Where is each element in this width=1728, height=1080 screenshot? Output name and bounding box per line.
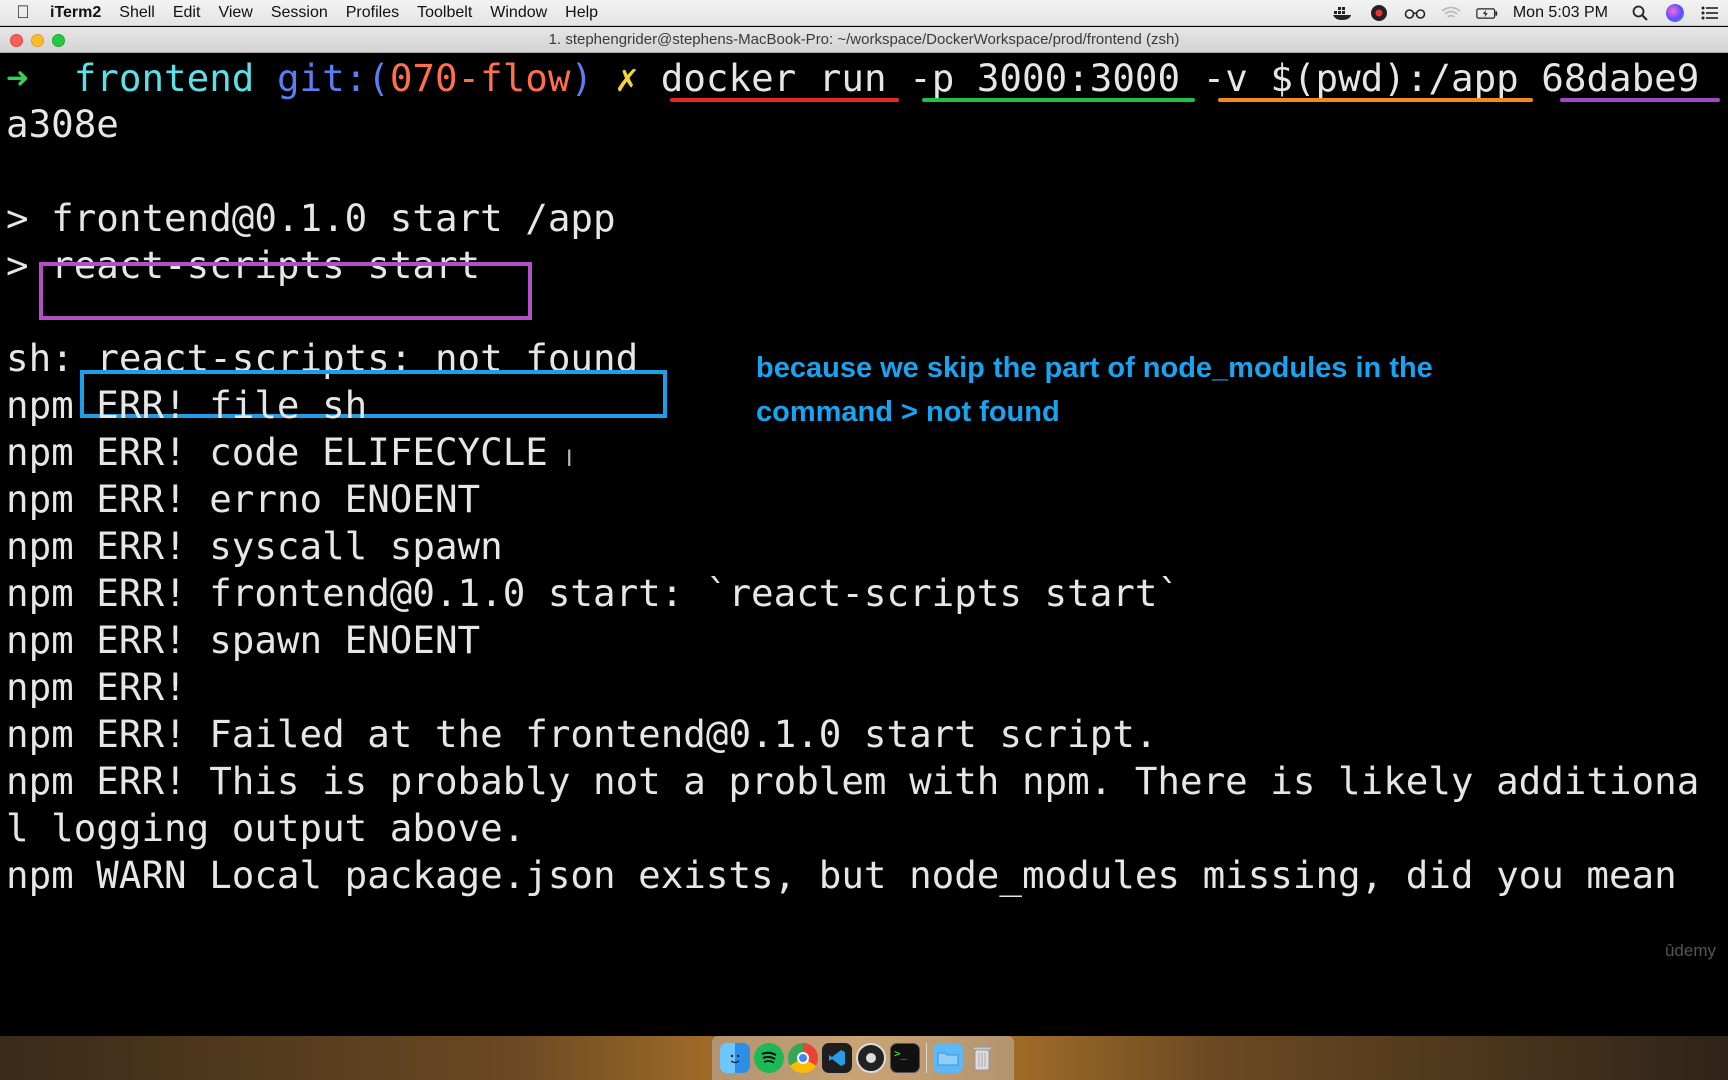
- zoom-window-button[interactable]: [52, 34, 65, 47]
- creative-cloud-icon[interactable]: [1368, 4, 1390, 22]
- menu-toolbelt[interactable]: Toolbelt: [408, 4, 481, 22]
- spotify-icon[interactable]: [754, 1043, 784, 1073]
- command-port-flag: -p 3000:3000: [909, 56, 1181, 100]
- docker-icon[interactable]: [1332, 4, 1354, 22]
- menu-view[interactable]: View: [209, 4, 261, 22]
- annotation-text: because we skip the part of node_modules…: [756, 352, 1433, 428]
- vscode-icon[interactable]: [822, 1043, 852, 1073]
- command-volume-flag: -v $(pwd):/app: [1202, 56, 1519, 100]
- window-title-bar: 1. stephengrider@stephens-MacBook-Pro: ~…: [0, 27, 1728, 53]
- command-wrap-line: a308e: [6, 102, 119, 146]
- menu-window[interactable]: Window: [481, 4, 556, 22]
- underline-volume-flag: [1218, 98, 1533, 102]
- menu-edit[interactable]: Edit: [164, 4, 210, 22]
- prompt-directory: frontend: [73, 56, 255, 100]
- dock-separator: [926, 1043, 927, 1073]
- finder-icon[interactable]: [720, 1043, 750, 1073]
- glasses-icon[interactable]: [1404, 4, 1426, 22]
- chrome-icon[interactable]: [788, 1043, 818, 1073]
- npm-err-line: npm ERR! file sh: [6, 383, 368, 427]
- menu-help[interactable]: Help: [556, 4, 607, 22]
- menu-bar:  iTerm2 Shell Edit View Session Profile…: [0, 0, 1728, 26]
- terminal-output[interactable]: ➜ frontend git:(070-flow) ✗ docker run -…: [0, 54, 1728, 1036]
- underline-port-flag: [922, 98, 1195, 102]
- menu-shell[interactable]: Shell: [110, 4, 164, 22]
- notification-center-icon[interactable]: [1699, 4, 1721, 22]
- prompt-git-prefix: git:(: [276, 56, 390, 100]
- prompt-git-branch: 070-flow: [389, 56, 571, 100]
- dock: >_: [712, 1036, 1014, 1080]
- obs-icon[interactable]: [856, 1043, 886, 1073]
- spotlight-search-icon[interactable]: [1629, 4, 1651, 22]
- text-cursor-icon: I: [566, 447, 573, 472]
- wifi-icon[interactable]: [1440, 4, 1462, 22]
- prompt-arrow: ➜: [6, 56, 29, 100]
- window-title: 1. stephengrider@stephens-MacBook-Pro: ~…: [548, 31, 1180, 48]
- folder-icon[interactable]: [933, 1043, 963, 1073]
- udemy-watermark: ûdemy: [1664, 941, 1716, 960]
- npm-err-line: l logging output above.: [6, 806, 526, 850]
- npm-warn-line: npm WARN Local package.json exists, but …: [6, 853, 1677, 897]
- clock[interactable]: Mon 5:03 PM: [1513, 4, 1608, 22]
- npm-err-line: npm ERR! syscall spawn: [6, 524, 503, 568]
- npm-err-line: npm ERR! This is probably not a problem …: [6, 759, 1700, 803]
- command-docker-run: docker run: [660, 56, 887, 100]
- menu-profiles[interactable]: Profiles: [337, 4, 408, 22]
- command-line: ➜ frontend git:(070-flow) ✗ docker run -…: [6, 54, 1699, 102]
- npm-err-line: npm ERR! Failed at the frontend@0.1.0 st…: [6, 712, 1158, 756]
- npm-err-line: npm ERR! errno ENOENT: [6, 477, 481, 521]
- menu-session[interactable]: Session: [262, 4, 337, 22]
- prompt-dirty-marker: ✗: [615, 56, 639, 100]
- battery-icon[interactable]: [1476, 4, 1498, 22]
- npm-start-line: > frontend@0.1.0 start /app: [6, 196, 616, 240]
- npm-err-line: npm ERR! code ELIFECYCLE: [6, 430, 548, 474]
- menu-app-name[interactable]: iTerm2: [46, 4, 110, 22]
- terminal-icon[interactable]: >_: [890, 1043, 920, 1073]
- command-image-id: 68dabe9: [1541, 56, 1700, 100]
- npm-err-line: npm ERR!: [6, 665, 187, 709]
- close-window-button[interactable]: [10, 34, 23, 47]
- siri-icon[interactable]: [1666, 4, 1684, 22]
- prompt-git-suffix: ): [570, 56, 594, 100]
- npm-err-line: npm ERR! spawn ENOENT: [6, 618, 481, 662]
- apple-icon[interactable]: : [0, 2, 46, 23]
- minimize-window-button[interactable]: [31, 34, 44, 47]
- highlight-box-react-scripts: [39, 262, 532, 320]
- underline-image-id: [1560, 98, 1720, 102]
- npm-err-line: npm ERR! frontend@0.1.0 start: `react-sc…: [6, 571, 1180, 615]
- underline-docker-run: [670, 98, 899, 102]
- status-area: Mon 5:03 PM: [1325, 0, 1728, 26]
- trash-icon[interactable]: [967, 1043, 997, 1073]
